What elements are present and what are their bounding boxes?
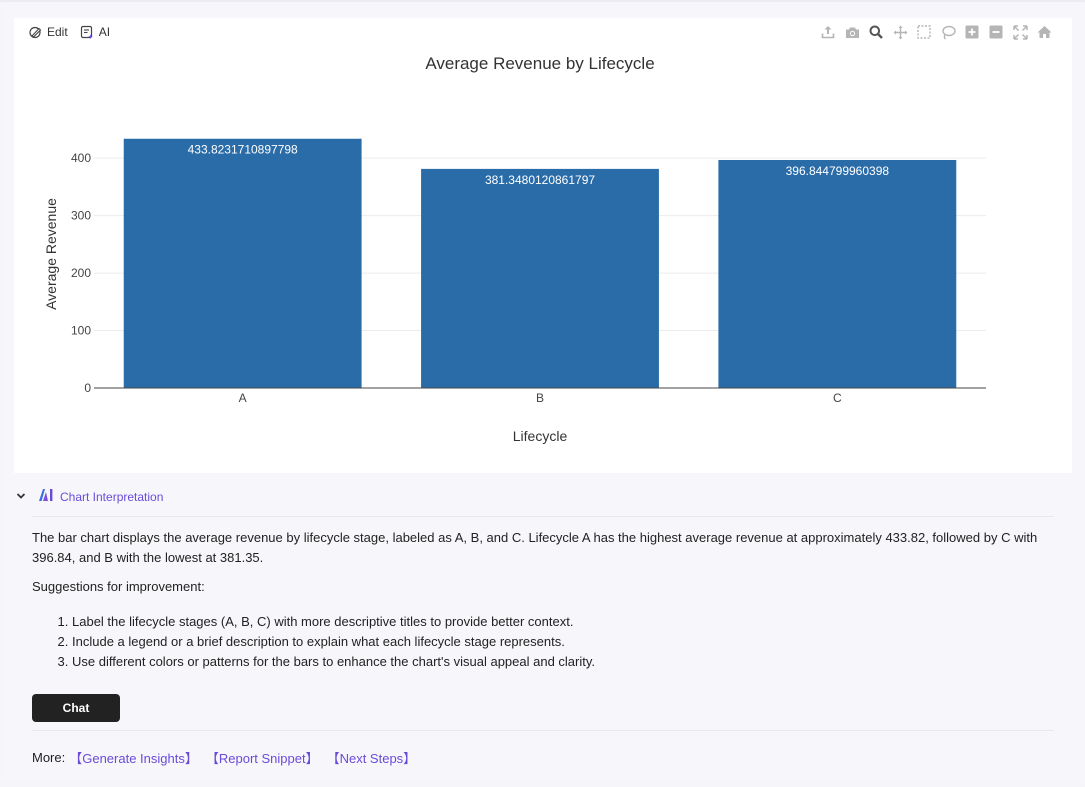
edit-button[interactable]: Edit	[28, 25, 68, 39]
chart-title: Average Revenue by Lifecycle	[425, 54, 654, 73]
chart-card: 0 100 200 300 400 433.8231710897798 A 381.34801…	[14, 18, 1072, 473]
x-tick-label: B	[536, 391, 544, 405]
bar-value-label: 433.8231710897798	[188, 143, 298, 157]
y-tick-label: 400	[71, 151, 91, 165]
divider	[32, 516, 1054, 517]
generate-insights-link[interactable]: 【Generate Insights】	[69, 748, 198, 767]
zoom-out-icon[interactable]	[988, 24, 1004, 40]
chart-toolbar: Edit AI	[28, 25, 110, 39]
chat-button[interactable]: Chat	[32, 694, 120, 722]
chevron-down-icon	[16, 490, 26, 504]
list-item: Use different colors or patterns for the…	[72, 652, 595, 672]
box-select-icon[interactable]	[916, 24, 932, 40]
divider	[32, 730, 1054, 731]
bar-value-label: 396.844799960398	[786, 164, 890, 178]
ai-label: AI	[98, 25, 111, 39]
x-axis-title: Lifecycle	[513, 428, 568, 444]
zoom-icon[interactable]	[868, 24, 884, 40]
bar-b	[421, 168, 659, 388]
reset-axes-icon[interactable]	[1036, 24, 1052, 40]
suggestions-title: Suggestions for improvement:	[32, 579, 205, 594]
ai-button[interactable]: AI	[80, 25, 110, 39]
x-tick-label: C	[833, 391, 842, 405]
bar-value-label: 381.3480120861797	[485, 173, 595, 187]
y-axis-title: Average Revenue	[43, 198, 59, 310]
list-item: Label the lifecycle stages (A, B, C) wit…	[72, 612, 595, 632]
suggestions-list: Label the lifecycle stages (A, B, C) wit…	[32, 612, 595, 672]
zoom-in-icon[interactable]	[964, 24, 980, 40]
chart-modebar	[820, 24, 1052, 40]
chart-interpretation-label: Chart Interpretation	[60, 489, 164, 504]
y-tick-label: 200	[71, 266, 91, 280]
more-links: More: 【Generate Insights】 【Report Snippe…	[32, 748, 420, 767]
edit-icon	[28, 25, 42, 39]
y-tick-label: 300	[71, 209, 91, 223]
bar-chart: 0 100 200 300 400 433.8231710897798 A 381.34801…	[43, 54, 986, 444]
ai-doc-icon	[80, 25, 94, 39]
report-snippet-link[interactable]: 【Report Snippet】	[206, 748, 319, 767]
chart-interpretation-toggle[interactable]: Chart Interpretation	[16, 488, 163, 505]
x-tick-label: A	[239, 391, 247, 405]
export-icon[interactable]	[820, 24, 836, 40]
bar-a	[123, 138, 362, 388]
list-item: Include a legend or a brief description …	[72, 632, 595, 652]
autoscale-icon[interactable]	[1012, 24, 1028, 40]
next-steps-link[interactable]: 【Next Steps】	[327, 748, 417, 767]
pan-icon[interactable]	[892, 24, 908, 40]
lasso-select-icon[interactable]	[940, 24, 956, 40]
edit-label: Edit	[47, 25, 68, 39]
interpretation-summary: The bar chart displays the average reven…	[32, 528, 1054, 568]
summary-text: The bar chart displays the average reven…	[32, 530, 1038, 565]
ai-logo-icon	[38, 488, 54, 505]
page-frame: 0 100 200 300 400 433.8231710897798 A 381.34801…	[2, 2, 1081, 781]
bar-c	[718, 159, 957, 388]
more-label: More:	[32, 750, 66, 765]
y-tick-label: 100	[71, 324, 91, 338]
y-tick-label: 0	[84, 381, 91, 395]
camera-icon[interactable]	[844, 24, 860, 40]
